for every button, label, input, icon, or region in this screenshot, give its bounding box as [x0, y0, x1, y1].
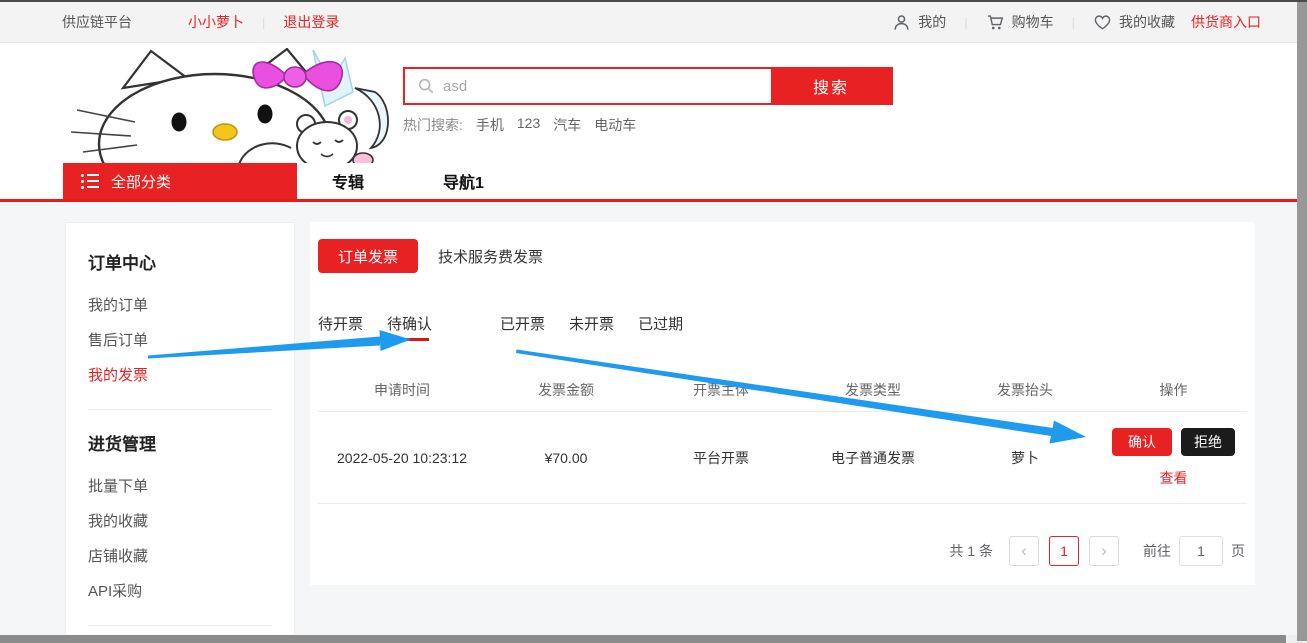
page-unit-label: 页 [1231, 541, 1245, 561]
col-actions: 操作 [1100, 380, 1247, 400]
cell-apply-time: 2022-05-20 10:23:12 [318, 450, 486, 466]
cell-invoice-type: 电子普通发票 [796, 448, 950, 468]
search-icon [417, 77, 435, 95]
col-apply-time: 申请时间 [318, 380, 486, 400]
sidebar-section-purchase: 进货管理 [88, 430, 272, 455]
sidebar-item-shop-favorites[interactable]: 店铺收藏 [88, 539, 272, 574]
all-categories-button[interactable]: 全部分类 [63, 163, 297, 199]
sidebar-divider [88, 625, 272, 626]
username-link[interactable]: 小小萝卜 [188, 12, 244, 32]
tab-pending-confirm[interactable]: 待确认 [387, 313, 432, 339]
tab-tech-service-invoice[interactable]: 技术服务费发票 [438, 246, 543, 267]
current-page-button[interactable]: 1 [1049, 536, 1079, 566]
search-input[interactable] [443, 69, 771, 103]
tab-issued[interactable]: 已开票 [500, 313, 545, 339]
tab-not-issued[interactable]: 未开票 [569, 313, 614, 339]
hot-keyword[interactable]: 手机 [476, 115, 504, 135]
sidebar-divider [88, 409, 272, 410]
nav-divider [0, 199, 1307, 202]
goto-label: 前往 [1143, 541, 1171, 561]
sidebar-item-batch-order[interactable]: 批量下单 [88, 469, 272, 504]
horizontal-scrollbar[interactable] [0, 635, 1297, 643]
cart-icon [986, 13, 1005, 32]
content-area: 订单中心 我的订单 售后订单 我的发票 进货管理 批量下单 我的收藏 店铺收藏 … [0, 202, 1307, 643]
sidebar-item-api-purchase[interactable]: API采购 [88, 574, 272, 609]
col-issuer: 开票主体 [646, 380, 796, 400]
pagination-total: 共 1 条 [949, 541, 993, 561]
vertical-scrollbar-thumb[interactable] [1297, 2, 1307, 641]
nav-item-nav1[interactable]: 导航1 [443, 163, 484, 199]
logout-link[interactable]: 退出登录 [283, 12, 339, 32]
tab-order-invoice[interactable]: 订单发票 [318, 239, 418, 273]
sidebar: 订单中心 我的订单 售后订单 我的发票 进货管理 批量下单 我的收藏 店铺收藏 … [65, 222, 295, 643]
supplier-entry-link[interactable]: 供货商入口 [1191, 12, 1261, 32]
category-list-icon [81, 174, 99, 189]
col-amount: 发票金额 [486, 380, 646, 400]
nav-item-album[interactable]: 专辑 [332, 163, 364, 199]
sidebar-item-my-favorites[interactable]: 我的收藏 [88, 504, 272, 539]
hot-search-label: 热门搜索: [403, 115, 463, 135]
logo-cat-image[interactable] [63, 48, 391, 166]
user-icon [892, 13, 911, 32]
hot-keyword[interactable]: 汽车 [553, 115, 581, 135]
reject-button[interactable]: 拒绝 [1181, 428, 1235, 456]
prev-page-button[interactable]: ‹ [1009, 536, 1039, 566]
sidebar-section-order-center: 订单中心 [88, 249, 272, 274]
invoice-panel: 订单发票 技术服务费发票 待开票 待确认 已开票 未开票 已过期 申请时间 发票… [310, 222, 1255, 585]
invoice-status-tabs: 待开票 待确认 已开票 未开票 已过期 [318, 313, 1247, 339]
cart-link[interactable]: 购物车 [986, 12, 1054, 32]
table-header: 申请时间 发票金额 开票主体 发票类型 发票抬头 操作 [318, 368, 1247, 412]
col-invoice-type: 发票类型 [796, 380, 950, 400]
hot-keyword[interactable]: 电动车 [594, 115, 636, 135]
hot-search: 热门搜索: 手机 123 汽车 电动车 [403, 115, 636, 135]
view-link[interactable]: 查看 [1160, 468, 1188, 488]
search-button[interactable]: 搜索 [771, 69, 891, 103]
hot-keyword[interactable]: 123 [517, 115, 540, 135]
topbar: 供应链平台 小小萝卜 | 退出登录 我的 | 购物车 | [0, 2, 1307, 43]
search-box: 搜索 [403, 67, 893, 105]
col-invoice-title: 发票抬头 [950, 380, 1100, 400]
sidebar-item-my-orders[interactable]: 我的订单 [88, 288, 272, 323]
cell-invoice-title: 萝卜 [950, 448, 1100, 468]
table-row: 2022-05-20 10:23:12 ¥70.00 平台开票 电子普通发票 萝… [318, 412, 1247, 504]
favorites-link[interactable]: 我的收藏 [1093, 12, 1175, 32]
horizontal-scrollbar-thumb[interactable] [0, 635, 1286, 643]
sidebar-item-aftersale-orders[interactable]: 售后订单 [88, 323, 272, 358]
brand-title: 供应链平台 [62, 12, 132, 32]
goto-page-input[interactable] [1179, 536, 1223, 566]
heart-icon [1093, 13, 1112, 32]
vertical-scrollbar[interactable] [1297, 0, 1307, 643]
tab-pending-issue[interactable]: 待开票 [318, 313, 363, 339]
cell-amount: ¥70.00 [486, 450, 646, 466]
my-account-link[interactable]: 我的 [892, 12, 946, 32]
next-page-button[interactable]: › [1089, 536, 1119, 566]
sidebar-item-my-invoices[interactable]: 我的发票 [88, 358, 272, 393]
tab-expired[interactable]: 已过期 [638, 313, 683, 339]
confirm-button[interactable]: 确认 [1112, 428, 1172, 456]
cell-issuer: 平台开票 [646, 448, 796, 468]
main-nav: 全部分类 专辑 导航1 [0, 163, 1307, 199]
invoice-type-tabs: 订单发票 技术服务费发票 [318, 238, 1247, 274]
pagination: 共 1 条 ‹ 1 › 前往 页 [318, 536, 1247, 566]
cell-actions: 确认 拒绝 查看 [1100, 428, 1247, 488]
